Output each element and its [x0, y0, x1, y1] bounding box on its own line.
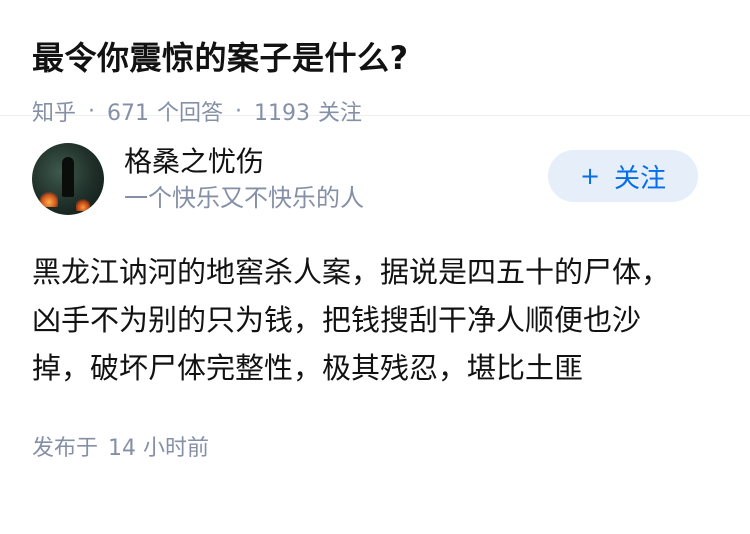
answer-card: 格桑之忧伤 一个快乐又不快乐的人 + 关注 黑龙江讷河的地窖杀人案，据说是四五十…	[0, 116, 750, 462]
author-name[interactable]: 格桑之忧伤	[124, 144, 364, 180]
avatar[interactable]	[32, 143, 104, 215]
answer-footer: 发布于 14 小时前	[32, 430, 718, 462]
question-header: 最令你震惊的案子是什么? 知乎 · 671 个回答 · 1193 关注	[0, 0, 750, 126]
separator-dot: ·	[235, 98, 243, 124]
question-title[interactable]: 最令你震惊的案子是什么?	[32, 34, 718, 82]
plus-icon: +	[579, 162, 601, 190]
answer-count[interactable]: 671 个回答	[107, 95, 223, 127]
author-row: 格桑之忧伤 一个快乐又不快乐的人 + 关注	[32, 140, 718, 218]
answer-count-value: 671	[107, 101, 150, 126]
follower-count-label: 关注	[318, 101, 363, 126]
author-info: 格桑之忧伤 一个快乐又不快乐的人	[124, 144, 364, 214]
follow-button[interactable]: + 关注	[548, 150, 698, 202]
source-label: 知乎	[32, 101, 77, 126]
answer-count-label: 个回答	[157, 101, 224, 126]
follower-count-value: 1193	[254, 101, 311, 126]
separator-dot: ·	[88, 98, 96, 124]
follow-button-label: 关注	[614, 163, 667, 194]
follower-count: 1193 关注	[254, 95, 362, 127]
answer-content[interactable]: 黑龙江讷河的地窖杀人案，据说是四五十的尸体，凶手不为别的只为钱，把钱搜刮干净人顺…	[32, 248, 692, 392]
published-time: 14 小时前	[108, 436, 210, 461]
published-label: 发布于	[32, 436, 99, 461]
author-bio: 一个快乐又不快乐的人	[124, 184, 364, 212]
